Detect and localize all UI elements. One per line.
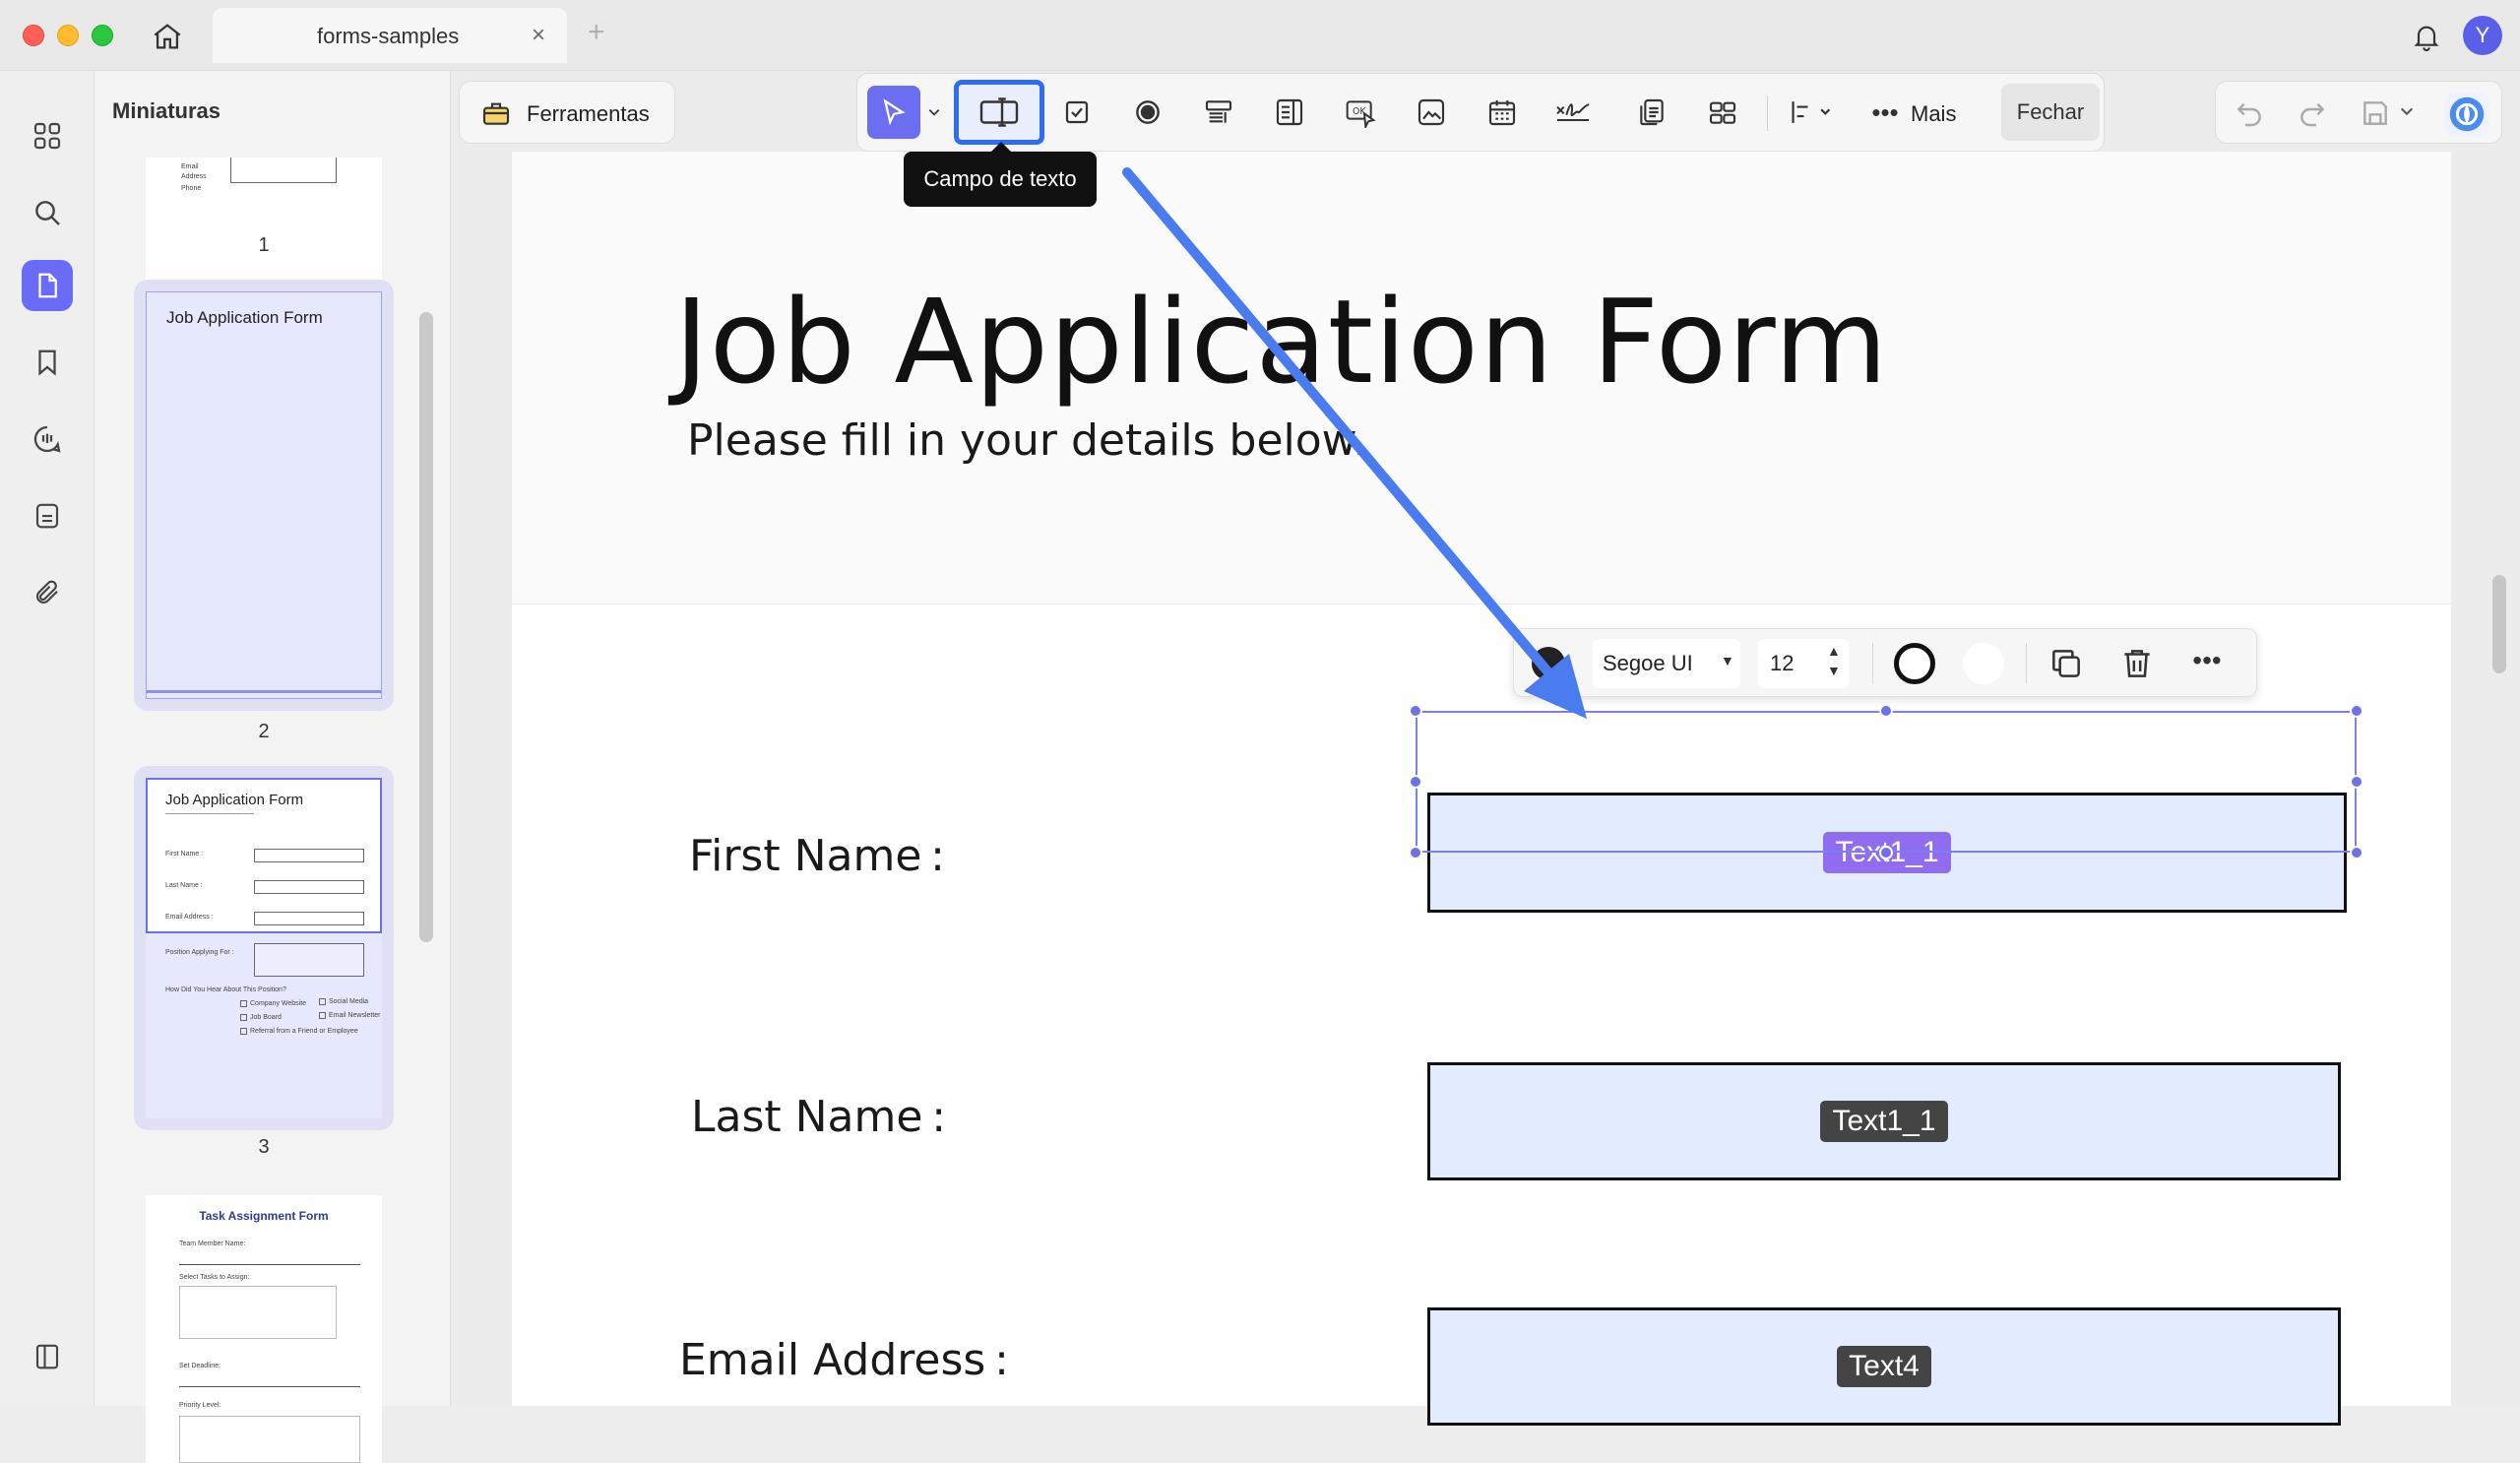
new-tab-button[interactable]: + xyxy=(588,16,605,49)
thumbnails-title: Miniaturas xyxy=(112,98,221,123)
thumbnails-panel: Miniaturas Email Address Phone 1 Job App… xyxy=(94,71,451,1463)
fill-color-icon[interactable] xyxy=(1963,643,2004,684)
copy-fields-icon[interactable] xyxy=(1625,86,1678,139)
toolbox-icon xyxy=(479,97,513,129)
title-bar: forms-samples × + Y xyxy=(0,0,2520,71)
home-icon[interactable] xyxy=(148,17,187,56)
text-field-tooltip: Campo de texto xyxy=(904,152,1097,207)
last-name-label: Last Name : xyxy=(691,1092,947,1142)
font-select[interactable]: Segoe UI xyxy=(1593,639,1740,688)
close-form-editing-button[interactable]: Fechar xyxy=(2001,84,2100,141)
delete-icon[interactable] xyxy=(2118,645,2158,684)
comments-icon[interactable] xyxy=(22,413,73,465)
radio-button-tool-icon[interactable] xyxy=(1121,86,1174,139)
tab-close-icon[interactable]: × xyxy=(532,22,545,49)
field-color-icon[interactable] xyxy=(1532,647,1565,680)
ai-assistant-icon[interactable] xyxy=(2444,92,2489,137)
divider xyxy=(1767,95,1768,131)
thumbnail-page-4[interactable]: Task Assignment Form Team Member Name: S… xyxy=(146,1195,382,1463)
font-size-value: 12 xyxy=(1770,651,1795,675)
arrange-fields-icon[interactable] xyxy=(1696,86,1749,139)
border-color-icon[interactable] xyxy=(1894,643,1935,684)
more-icon[interactable]: ••• xyxy=(1863,86,1907,139)
window-maximize-button[interactable] xyxy=(92,25,113,46)
tooltip-arrow xyxy=(991,142,1011,152)
resize-handle-bottom-left[interactable] xyxy=(1409,846,1422,859)
document-scrollbar[interactable] xyxy=(2492,575,2506,673)
user-avatar[interactable]: Y xyxy=(2463,16,2502,55)
sidebar-toggle-icon[interactable] xyxy=(22,1331,73,1382)
history-toolbar xyxy=(2215,81,2502,144)
more-label[interactable]: Mais xyxy=(1911,101,1956,127)
field-name-tag: Text4 xyxy=(1837,1346,1931,1387)
resize-handle-left[interactable] xyxy=(1409,775,1422,789)
thumbnail-page-2[interactable]: Job Application Form xyxy=(146,291,382,699)
last-name-text-field[interactable]: Text1_1 xyxy=(1427,1062,2341,1180)
selection-frame[interactable] xyxy=(1416,711,2357,853)
bookmark-icon[interactable] xyxy=(22,337,73,388)
font-size-stepper-icon[interactable]: ▲ ▼ xyxy=(1827,641,1841,680)
date-field-tool-icon[interactable] xyxy=(1476,86,1529,139)
notification-bell-icon[interactable] xyxy=(2407,17,2446,56)
thumbnail-number-1: 1 xyxy=(258,234,270,256)
grid-icon[interactable] xyxy=(22,110,73,161)
resize-handle-right[interactable] xyxy=(2350,775,2363,789)
font-dropdown-caret-icon[interactable]: ▼ xyxy=(1721,653,1734,668)
thumbnails-scrollbar[interactable] xyxy=(419,312,433,942)
select-tool-button[interactable] xyxy=(867,86,920,139)
thumbnail-number-2: 2 xyxy=(258,721,270,742)
window-minimize-button[interactable] xyxy=(57,25,79,46)
email-address-label: Email Address : xyxy=(679,1335,1009,1385)
divider xyxy=(2026,643,2027,684)
align-fields-icon[interactable] xyxy=(1779,86,1848,139)
list-box-tool-icon[interactable] xyxy=(1263,86,1316,139)
image-field-tool-icon[interactable] xyxy=(1405,86,1458,139)
thumbnail-page-3[interactable]: Job Application Form First Name : Last N… xyxy=(146,778,382,1118)
undo-icon[interactable] xyxy=(2234,97,2267,131)
pages-icon[interactable] xyxy=(22,260,73,311)
field-name-tag: Text1_1 xyxy=(1820,1101,1948,1142)
thumbnail-page-1[interactable]: Email Address Phone xyxy=(146,158,382,287)
redo-icon[interactable] xyxy=(2297,97,2330,131)
search-icon[interactable] xyxy=(22,187,73,238)
save-icon[interactable] xyxy=(2360,97,2393,131)
email-address-text-field[interactable]: Text4 xyxy=(1427,1307,2341,1426)
document-tab[interactable]: forms-samples × xyxy=(213,8,567,63)
resize-handle-top-left[interactable] xyxy=(1409,704,1422,718)
first-name-label: First Name : xyxy=(689,831,946,881)
thumbnail-title-2: Job Application Form xyxy=(166,308,323,327)
document-subtitle: Please fill in your details below. xyxy=(687,415,1367,466)
stamp-icon[interactable] xyxy=(22,490,73,541)
select-tool-dropdown-icon[interactable] xyxy=(924,86,944,139)
resize-handle-bottom-right[interactable] xyxy=(2350,846,2363,859)
document-tab-title: forms-samples xyxy=(317,24,460,48)
page-header-band: Job Application Form Please fill in your… xyxy=(512,152,2451,604)
divider xyxy=(1872,643,1873,684)
resize-handle-bottom[interactable] xyxy=(1879,846,1893,859)
resize-handle-top-right[interactable] xyxy=(2350,704,2363,718)
field-properties-toolbar: Segoe UI ▼ 12 ▲ ▼ ••• xyxy=(1513,628,2257,697)
thumbnail-title-3: Job Application Form xyxy=(165,792,304,808)
duplicate-icon[interactable] xyxy=(2048,645,2087,684)
window-close-button[interactable] xyxy=(23,25,44,46)
left-icon-rail xyxy=(0,71,94,1406)
thumbnail-title-4: Task Assignment Form xyxy=(199,1209,329,1223)
form-tools-toolbar: OK ••• Mais Fechar xyxy=(856,73,2105,152)
signature-tool-icon[interactable] xyxy=(1546,86,1600,139)
text-field-tool-button[interactable] xyxy=(954,80,1044,145)
tools-button[interactable]: Ferramentas xyxy=(459,81,675,144)
document-title: Job Application Form xyxy=(674,274,1889,410)
thumbnail-number-3: 3 xyxy=(258,1136,270,1158)
attachment-icon[interactable] xyxy=(22,567,73,618)
resize-handle-top[interactable] xyxy=(1879,704,1893,718)
save-dropdown-icon[interactable] xyxy=(2399,103,2419,123)
font-select-value: Segoe UI xyxy=(1603,651,1693,675)
tools-label: Ferramentas xyxy=(527,101,650,126)
checkbox-tool-icon[interactable] xyxy=(1050,86,1103,139)
button-tool-icon[interactable]: OK xyxy=(1334,86,1387,139)
combo-box-tool-icon[interactable] xyxy=(1192,86,1245,139)
more-options-icon[interactable]: ••• xyxy=(2187,647,2227,680)
